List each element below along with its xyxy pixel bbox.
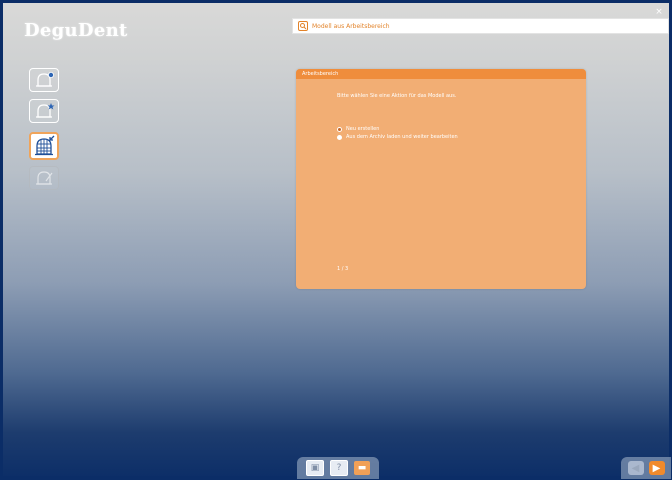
sidebar-item-finish <box>29 166 59 190</box>
close-icon[interactable]: × <box>654 7 664 17</box>
option-new[interactable]: Neu erstellen <box>337 125 458 133</box>
option-label: Neu erstellen <box>346 126 380 132</box>
help-icon[interactable]: ? <box>330 460 348 476</box>
save-icon[interactable]: ▣ <box>306 460 324 476</box>
sidebar-item-new-bell[interactable] <box>29 68 59 92</box>
navigation-bar: ◀ ▶ <box>621 457 671 479</box>
app-window: × DeguDent Modell aus Arbeitsbereich Arb… <box>0 0 672 480</box>
sidebar-item-scan-model[interactable] <box>29 132 59 160</box>
dialog-header: Arbeitsbereich <box>296 69 586 79</box>
bell-edit-icon <box>36 171 53 185</box>
sidebar-item-edit-bell[interactable] <box>29 99 59 123</box>
scanner-icon <box>35 135 55 156</box>
task-bar: Modell aus Arbeitsbereich <box>292 18 669 34</box>
radio-unselected[interactable] <box>337 134 342 140</box>
folder-icon[interactable]: ▬ <box>354 461 370 475</box>
option-archive[interactable]: Aus dem Archiv laden und weiter bearbeit… <box>337 133 458 141</box>
option-group: Neu erstellen Aus dem Archiv laden und w… <box>337 125 458 141</box>
search-icon <box>298 21 308 31</box>
bottom-toolbar: ▣ ? ▬ <box>297 457 379 479</box>
bell-plus-icon <box>36 72 54 87</box>
radio-selected[interactable] <box>337 126 342 132</box>
option-label: Aus dem Archiv laden und weiter bearbeit… <box>346 134 458 140</box>
dialog-footer: 1 / 3 <box>337 266 349 272</box>
back-button[interactable]: ◀ <box>627 461 644 475</box>
dialog-text: Bitte wählen Sie eine Aktion für das Mod… <box>337 93 457 99</box>
task-bar-label: Modell aus Arbeitsbereich <box>312 22 390 30</box>
bell-star-icon <box>36 103 55 118</box>
dialog-panel: Arbeitsbereich Bitte wählen Sie eine Akt… <box>296 69 586 289</box>
next-button[interactable]: ▶ <box>648 461 665 475</box>
app-logo: DeguDent <box>24 20 128 41</box>
